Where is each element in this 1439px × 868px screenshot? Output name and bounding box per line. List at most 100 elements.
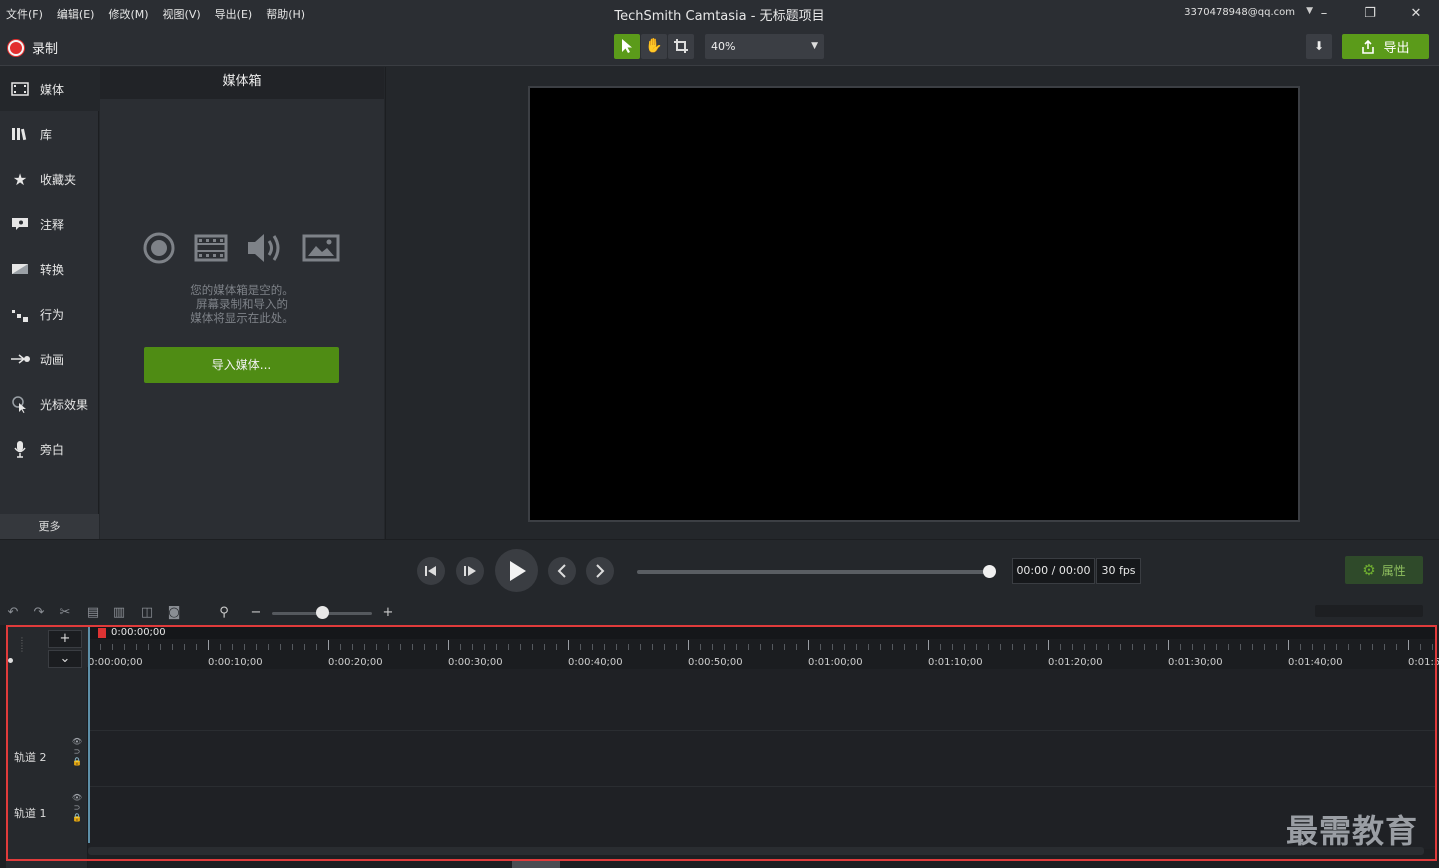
ruler-label: 0:01:10;00 xyxy=(928,657,983,668)
playback-bar: 00:00 / 00:00 30 fps ⚙ 属性 xyxy=(0,539,1439,601)
timeline-zoom-handle[interactable] xyxy=(316,606,329,619)
track-1-row[interactable] xyxy=(88,786,1437,842)
sidebar-item-transitions[interactable]: 转换 xyxy=(0,247,99,291)
menu-export[interactable]: 导出(E) xyxy=(215,6,253,22)
paste-icon[interactable]: ▥ xyxy=(111,605,127,621)
lock-icon[interactable]: 🔒 xyxy=(70,757,84,767)
record-icon xyxy=(8,39,24,56)
sidebar-item-library[interactable]: 库 xyxy=(0,112,99,156)
ruler-label: 0:01:5 xyxy=(1408,657,1439,668)
copy-icon[interactable]: ▤ xyxy=(85,605,101,621)
step-back-button[interactable] xyxy=(417,557,445,585)
crop-tool-button[interactable] xyxy=(668,34,694,59)
pan-tool-button[interactable]: ✋ xyxy=(641,34,667,59)
microphone-icon xyxy=(10,440,30,458)
snapshot-icon[interactable]: ◙ xyxy=(166,605,182,621)
track-1-label: 轨道 1 xyxy=(14,807,47,820)
scrubber-handle[interactable] xyxy=(983,565,996,578)
menu-bar: 文件(F) 编辑(E) 修改(M) 视图(V) 导出(E) 帮助(H) xyxy=(6,6,305,22)
preview-canvas[interactable] xyxy=(528,86,1300,522)
zoom-out-icon[interactable]: − xyxy=(248,605,264,621)
search-icon[interactable]: ⚲ xyxy=(216,605,232,621)
track-2-label: 轨道 2 xyxy=(14,751,47,764)
select-tool-button[interactable] xyxy=(614,34,640,59)
redo-icon[interactable]: ↷ xyxy=(31,605,47,621)
ruler-header-strip xyxy=(88,627,1437,639)
empty-bin-line: 屏幕录制和导入的 xyxy=(196,297,288,311)
ruler-label: 0:00:00;00 xyxy=(88,657,143,668)
cut-icon[interactable]: ✂ xyxy=(57,605,73,621)
sidebar-item-behaviors[interactable]: 行为 xyxy=(0,292,99,336)
split-icon[interactable]: ◫ xyxy=(139,605,155,621)
next-marker-button[interactable] xyxy=(586,557,614,585)
sidebar-item-media[interactable]: 媒体 xyxy=(0,67,100,111)
minimize-button[interactable]: – xyxy=(1304,2,1344,26)
pointer-icon xyxy=(622,39,632,53)
restore-button[interactable]: ❐ xyxy=(1350,2,1390,26)
star-icon: ★ xyxy=(12,169,28,189)
collapse-tracks-button[interactable]: ⌄ xyxy=(48,650,82,668)
play-button[interactable] xyxy=(495,549,538,592)
menu-file[interactable]: 文件(F) xyxy=(6,6,43,22)
properties-button[interactable]: ⚙ 属性 xyxy=(1345,556,1423,584)
sidebar-item-animations[interactable]: 动画 xyxy=(0,337,99,381)
zoom-select[interactable]: 40% ▼ xyxy=(705,34,824,59)
chevron-left-icon xyxy=(557,564,566,578)
record-button[interactable]: 录制 xyxy=(8,38,58,57)
ruler-label: 0:00:10;00 xyxy=(208,657,263,668)
zoom-in-icon[interactable]: + xyxy=(380,605,396,621)
media-bin-footer xyxy=(100,514,384,539)
tools-sidebar: 媒体 库 ★ 收藏夹 注释 转换 行为 动画 光标效果 旁白 xyxy=(0,67,100,514)
recording-icon xyxy=(143,232,175,264)
account-email[interactable]: 3370478948@qq.com xyxy=(1184,7,1295,18)
add-track-button[interactable]: + xyxy=(48,630,82,648)
menu-edit[interactable]: 编辑(E) xyxy=(57,6,95,22)
ruler-label: 0:01:30;00 xyxy=(1168,657,1223,668)
more-button[interactable]: 更多 xyxy=(0,514,99,539)
playhead-line xyxy=(88,627,90,843)
sidebar-item-label: 收藏夹 xyxy=(40,172,77,187)
timeline-overview-bar[interactable] xyxy=(1315,605,1423,617)
canvas-area xyxy=(385,67,1439,539)
menu-modify[interactable]: 修改(M) xyxy=(108,6,148,22)
mute-icon[interactable]: ⊃ xyxy=(70,747,84,757)
track-2-controls[interactable]: 👁 ⊃ 🔒 xyxy=(70,737,84,767)
media-type-icons xyxy=(142,231,340,265)
lock-icon[interactable]: 🔒 xyxy=(70,813,84,823)
time-ruler[interactable]: 0:00:00;00 0:00:10;00 0:00:20;00 0:00:30;00… xyxy=(88,627,1439,669)
playhead-marker[interactable] xyxy=(98,628,106,638)
import-media-button[interactable]: 导入媒体... xyxy=(144,347,339,383)
sidebar-item-favorites[interactable]: ★ 收藏夹 xyxy=(0,157,99,201)
magnet-icon[interactable]: ⋮ ⋮ xyxy=(18,637,26,653)
eye-icon[interactable]: 👁 xyxy=(70,737,84,747)
menu-help[interactable]: 帮助(H) xyxy=(266,6,305,22)
step-back-icon xyxy=(425,566,436,576)
download-button[interactable]: ⬇ xyxy=(1306,34,1332,59)
track-1-controls[interactable]: 👁 ⊃ 🔒 xyxy=(70,793,84,823)
film-strip-icon xyxy=(10,80,30,98)
timeline-scrollbar[interactable] xyxy=(88,847,1424,855)
sidebar-item-voice-narration[interactable]: 旁白 xyxy=(0,427,99,471)
undo-icon[interactable]: ↶ xyxy=(5,605,21,621)
sidebar-item-label: 库 xyxy=(40,127,53,142)
close-button[interactable]: ✕ xyxy=(1396,2,1436,26)
library-icon xyxy=(10,125,30,143)
track-2-row[interactable] xyxy=(88,730,1437,786)
export-button[interactable]: 导出 xyxy=(1342,34,1429,59)
eye-icon[interactable]: 👁 xyxy=(70,793,84,803)
menu-view[interactable]: 视图(V) xyxy=(163,6,201,22)
ruler-label: 0:00:30;00 xyxy=(448,657,503,668)
transition-icon xyxy=(10,260,30,278)
mute-icon[interactable]: ⊃ xyxy=(70,803,84,813)
playback-scrubber[interactable] xyxy=(637,570,990,574)
sidebar-item-label: 旁白 xyxy=(40,442,65,457)
sidebar-item-cursor-effects[interactable]: 光标效果 xyxy=(0,382,99,426)
step-forward-button[interactable] xyxy=(456,557,484,585)
track-header-controls: ⋮ ⋮ + ⌄ xyxy=(6,627,88,668)
track-header-column: ⋮ ⋮ + ⌄ 轨道 2 👁 ⊃ 🔒 轨道 1 👁 ⊃ 🔒 xyxy=(6,625,88,868)
sidebar-item-annotations[interactable]: 注释 xyxy=(0,202,99,246)
bottom-splitter-handle[interactable] xyxy=(512,861,560,868)
previous-marker-button[interactable] xyxy=(548,557,576,585)
play-icon xyxy=(509,560,526,581)
timeline-toolbar: ↶ ↷ ✂ ▤ ▥ ◫ ◙ ⚲ − + xyxy=(0,601,1439,625)
